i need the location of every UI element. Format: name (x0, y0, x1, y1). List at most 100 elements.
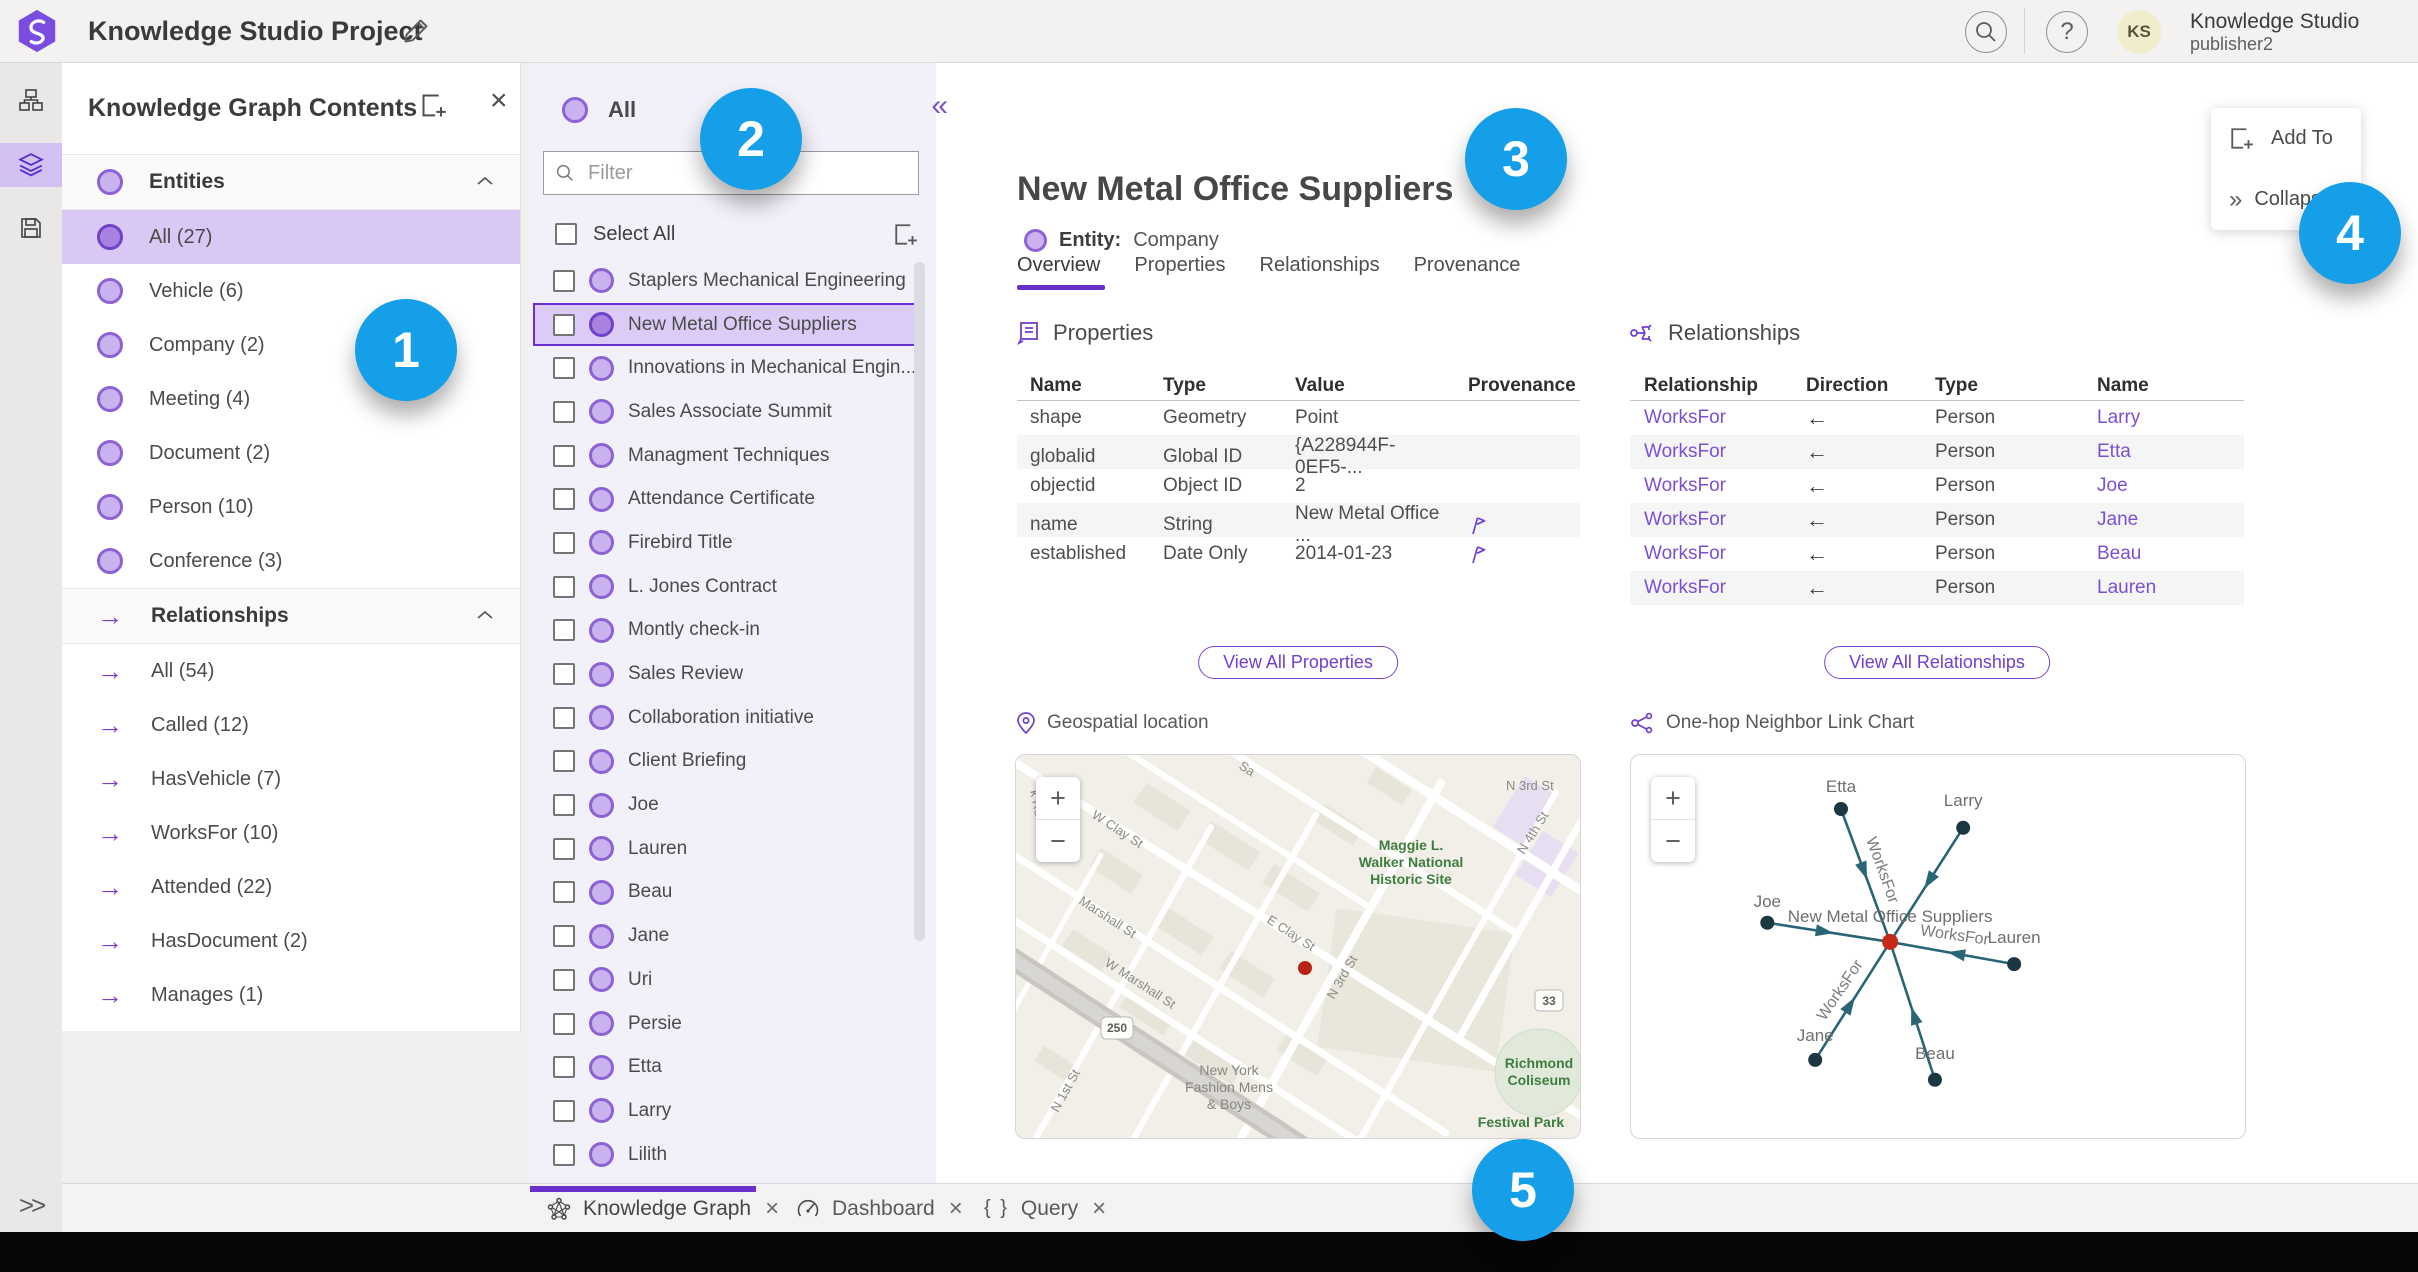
entity-link[interactable]: Larry (2083, 407, 2244, 429)
relationship-type-item[interactable]: → WorksFor (10) (62, 806, 520, 860)
item-checkbox[interactable] (553, 706, 575, 729)
entity-instance-item[interactable]: Attendance Certificate (533, 477, 925, 521)
avatar[interactable]: KS (2117, 10, 2161, 54)
entity-instance-item[interactable]: Beau (533, 871, 925, 915)
select-all-row[interactable]: Select All (543, 212, 921, 256)
item-checkbox[interactable] (553, 313, 575, 336)
zoom-out-button[interactable]: − (1036, 819, 1080, 862)
entity-instance-item[interactable]: Lauren (533, 827, 925, 871)
tab-overview[interactable]: Overview (1017, 254, 1100, 277)
item-checkbox[interactable] (553, 663, 575, 686)
location-marker[interactable] (1298, 961, 1312, 975)
entity-instance-item[interactable]: Jane (533, 914, 925, 958)
tab-dashboard[interactable]: Dashboard × (796, 1184, 963, 1233)
rail-layers-button[interactable] (0, 143, 62, 187)
entity-instance-item[interactable]: New Metal Office Suppliers (533, 302, 925, 347)
list-scrollbar[interactable] (914, 262, 925, 941)
provenance-flag-icon[interactable] (1468, 515, 1487, 536)
help-button[interactable]: ? (2046, 11, 2088, 53)
relationship-link[interactable]: WorksFor (1630, 441, 1792, 463)
entity-link[interactable]: Etta (2083, 441, 2244, 463)
view-all-properties-button[interactable]: View All Properties (1198, 646, 1398, 679)
entity-link[interactable]: Joe (2083, 475, 2244, 497)
item-checkbox[interactable] (553, 444, 575, 467)
add-to-new-map-icon[interactable] (893, 222, 919, 248)
person-node[interactable] (2007, 957, 2022, 972)
rail-hierarchy-button[interactable] (0, 74, 62, 126)
person-node[interactable] (1760, 915, 1775, 930)
expand-rail-button[interactable]: >> (0, 1190, 62, 1221)
item-checkbox[interactable] (553, 881, 575, 904)
zoom-in-button[interactable]: + (1036, 777, 1080, 819)
entity-instance-item[interactable]: Collaboration initiative (533, 696, 925, 740)
item-checkbox[interactable] (553, 1056, 575, 1079)
collapse-panel-icon[interactable]: « (931, 89, 948, 123)
item-checkbox[interactable] (553, 400, 575, 423)
entity-instance-item[interactable]: Joe (533, 783, 925, 827)
person-node[interactable] (1833, 802, 1848, 817)
item-checkbox[interactable] (553, 968, 575, 991)
zoom-in-button[interactable]: + (1651, 777, 1695, 819)
relationship-link[interactable]: WorksFor (1630, 475, 1792, 497)
view-all-relationships-button[interactable]: View All Relationships (1824, 646, 2050, 679)
entity-instance-item[interactable]: Managment Techniques (533, 434, 925, 478)
item-checkbox[interactable] (553, 1099, 575, 1122)
person-node[interactable] (1927, 1072, 1942, 1087)
entity-instance-item[interactable]: Uri (533, 958, 925, 1002)
item-checkbox[interactable] (553, 750, 575, 773)
search-button[interactable] (1965, 11, 2007, 53)
entity-instance-item[interactable]: Sales Review (533, 652, 925, 696)
edit-title-icon[interactable] (402, 17, 430, 45)
item-checkbox[interactable] (553, 488, 575, 511)
item-checkbox[interactable] (553, 925, 575, 948)
entity-link[interactable]: Jane (2083, 509, 2244, 531)
item-checkbox[interactable] (553, 531, 575, 554)
entity-instance-item[interactable]: Firebird Title (533, 521, 925, 565)
entity-instance-item[interactable]: Larry (533, 1089, 925, 1133)
entity-type-item[interactable]: Person (10) (62, 480, 520, 534)
entity-instance-item[interactable]: Innovations in Mechanical Engin... (533, 346, 925, 390)
add-to-button[interactable]: Add To (2211, 108, 2361, 169)
relationship-type-item[interactable]: → HasVehicle (7) (62, 752, 520, 806)
entity-instance-item[interactable]: Lilith (533, 1133, 925, 1177)
person-node[interactable] (1956, 820, 1971, 835)
one-hop-link-chart[interactable]: Etta Larry Joe Lauren Jane Beau New Metal Offi… (1630, 754, 2246, 1139)
relationship-link[interactable]: WorksFor (1630, 543, 1792, 565)
chevron-up-icon[interactable] (476, 609, 494, 621)
item-checkbox[interactable] (553, 837, 575, 860)
person-node[interactable] (1808, 1052, 1823, 1067)
item-checkbox[interactable] (553, 269, 575, 292)
close-tab-icon[interactable]: × (765, 1196, 779, 1221)
center-entity-node[interactable] (1882, 933, 1899, 950)
relationship-link[interactable]: WorksFor (1630, 407, 1792, 429)
item-checkbox[interactable] (553, 619, 575, 642)
tab-properties[interactable]: Properties (1134, 254, 1225, 277)
tab-query[interactable]: { } Query × (984, 1184, 1106, 1233)
tab-provenance[interactable]: Provenance (1414, 254, 1521, 277)
user-block[interactable]: Knowledge Studio publisher2 (2190, 10, 2359, 54)
entities-section-header[interactable]: Entities (62, 154, 520, 210)
entity-instance-item[interactable]: L. Jones Contract (533, 565, 925, 609)
item-checkbox[interactable] (553, 1012, 575, 1035)
relationship-type-item[interactable]: → HasDocument (2) (62, 914, 520, 968)
entity-type-item[interactable]: Vehicle (6) (62, 264, 520, 318)
relationship-link[interactable]: WorksFor (1630, 577, 1792, 599)
item-checkbox[interactable] (553, 575, 575, 598)
entity-type-item[interactable]: Meeting (4) (62, 372, 520, 426)
tab-relationships[interactable]: Relationships (1260, 254, 1380, 277)
relationship-link[interactable]: WorksFor (1630, 509, 1792, 531)
add-to-new-map-icon[interactable] (420, 92, 448, 120)
rail-save-button[interactable] (0, 202, 62, 254)
item-checkbox[interactable] (553, 1143, 575, 1166)
close-tab-icon[interactable]: × (1092, 1196, 1106, 1221)
chevron-up-icon[interactable] (476, 175, 494, 187)
entity-type-item[interactable]: Conference (3) (62, 534, 520, 588)
relationship-type-item[interactable]: → Manages (1) (62, 968, 520, 1022)
entity-instance-item[interactable]: Montly check-in (533, 609, 925, 653)
entity-type-item[interactable]: All (27) (62, 210, 520, 264)
relationships-section-header[interactable]: → Relationships (62, 588, 520, 644)
select-all-checkbox[interactable] (555, 223, 577, 245)
entity-instance-item[interactable]: Persie (533, 1002, 925, 1046)
relationship-type-item[interactable]: → All (54) (62, 644, 520, 698)
entity-instance-item[interactable]: Staplers Mechanical Engineering (533, 259, 925, 303)
